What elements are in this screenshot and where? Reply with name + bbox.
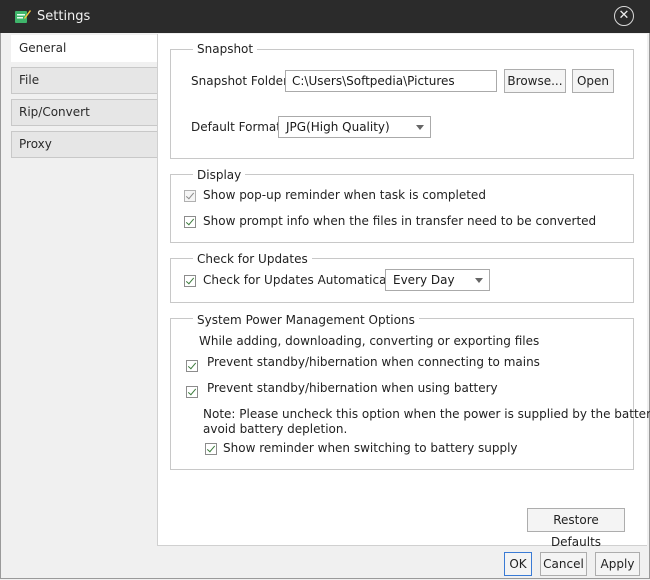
- updates-legend: Check for Updates: [193, 252, 312, 266]
- cancel-button[interactable]: Cancel: [540, 552, 587, 576]
- auto-update-checkbox[interactable]: [184, 275, 196, 287]
- battery-reminder-checkbox[interactable]: [205, 443, 217, 455]
- snapshot-folder-label: Snapshot Folder:: [191, 74, 292, 88]
- auto-update-label: Check for Updates Automatically:: [203, 273, 404, 287]
- default-format-select[interactable]: JPG(High Quality): [278, 116, 431, 138]
- tab-proxy[interactable]: Proxy: [11, 131, 158, 158]
- display-group: [170, 174, 634, 243]
- prompt-info-checkbox[interactable]: [184, 216, 196, 228]
- general-settings-pane: Snapshot Snapshot Folder: C:\Users\Softp…: [157, 34, 650, 549]
- ok-button[interactable]: OK: [504, 552, 532, 576]
- prevent-battery-label: Prevent standby/hibernation when using b…: [207, 381, 498, 395]
- update-frequency-value: Every Day: [393, 273, 455, 287]
- title-bar: Settings ✕: [0, 0, 650, 33]
- popup-reminder-label: Show pop-up reminder when task is comple…: [203, 188, 486, 202]
- tab-label: General: [19, 41, 67, 55]
- window-title: Settings: [37, 9, 91, 24]
- display-legend: Display: [193, 168, 246, 182]
- tab-file[interactable]: File: [11, 67, 158, 94]
- battery-note-line2: avoid battery depletion.: [203, 422, 348, 436]
- tab-label: File: [19, 73, 40, 87]
- close-icon: ✕: [618, 8, 630, 23]
- snapshot-folder-input[interactable]: C:\Users\Softpedia\Pictures: [285, 70, 497, 92]
- prevent-battery-checkbox[interactable]: [186, 386, 198, 398]
- battery-note-line1: Note: Please uncheck this option when th…: [203, 407, 650, 421]
- tab-label: Proxy: [19, 137, 52, 151]
- prompt-info-label: Show prompt info when the files in trans…: [203, 214, 597, 228]
- snapshot-legend: Snapshot: [193, 42, 258, 56]
- default-format-label: Default Format:: [191, 120, 285, 134]
- power-legend: System Power Management Options: [193, 313, 419, 327]
- battery-reminder-label: Show reminder when switching to battery …: [223, 441, 518, 455]
- chevron-down-icon: [416, 125, 424, 130]
- tab-general[interactable]: General: [11, 35, 158, 62]
- prevent-mains-checkbox[interactable]: [186, 360, 198, 372]
- restore-defaults-button[interactable]: Restore Defaults: [527, 508, 625, 549]
- tab-label: Rip/Convert: [19, 105, 90, 119]
- open-button[interactable]: Open: [572, 69, 614, 93]
- tab-rip-convert[interactable]: Rip/Convert: [11, 99, 158, 126]
- power-intro-text: While adding, downloading, converting or…: [199, 334, 540, 348]
- close-button[interactable]: ✕: [614, 6, 634, 26]
- chevron-down-icon: [475, 278, 483, 283]
- popup-reminder-checkbox[interactable]: [184, 190, 196, 202]
- app-icon: [15, 9, 31, 27]
- default-format-value: JPG(High Quality): [286, 120, 390, 134]
- browse-button[interactable]: Browse...: [504, 69, 566, 93]
- apply-button[interactable]: Apply: [595, 552, 640, 576]
- update-frequency-select[interactable]: Every Day: [385, 269, 490, 291]
- prevent-mains-label: Prevent standby/hibernation when connect…: [207, 355, 540, 369]
- snapshot-group: [170, 49, 634, 159]
